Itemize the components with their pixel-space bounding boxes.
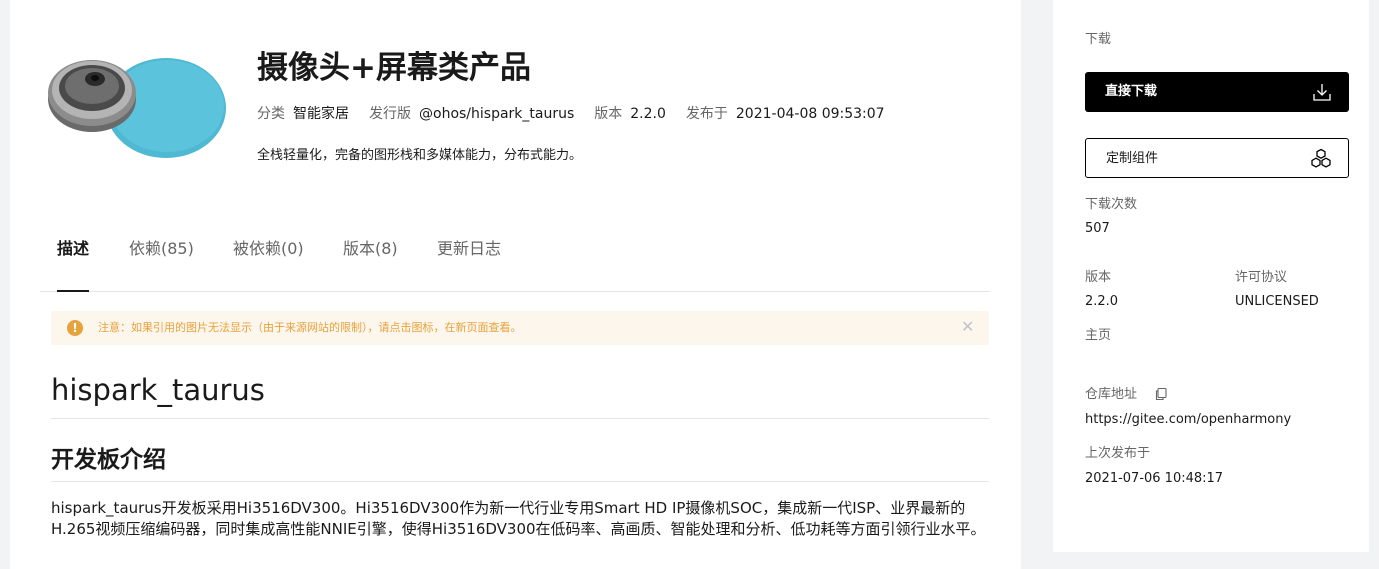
version-label: 版本 [594,106,623,122]
direct-download-button[interactable]: 直接下载 [1085,72,1349,112]
category-label: 分类 [257,106,285,122]
release-label: 发行版 [369,106,411,122]
active-tab-indicator [57,290,89,292]
category-value: 智能家居 [293,106,349,122]
version-label: 版本 [1085,270,1112,285]
notice-banner: ! 注意：如果引用的图片无法显示（由于来源网站的限制），请点击图标，在新页面查看… [51,311,989,345]
warning-icon: ! [67,320,83,336]
custom-component-label: 定制组件 [1106,151,1159,166]
product-meta: 分类 智能家居 发行版 @ohos/hispark_taurus 版本 2.2.… [257,104,905,124]
download-heading: 下载 [1085,32,1112,47]
main-panel: 摄像头+屏幕类产品 分类 智能家居 发行版 @ohos/hispark_taur… [10,0,1021,569]
license-value: UNLICENSED [1235,294,1319,309]
copy-icon[interactable] [1154,387,1168,401]
published-value: 2021-04-08 09:53:07 [735,106,885,122]
sidebar: 下载 直接下载 定制组件 下载次数 507 版本 2.2.0 许可协议 UNLI… [1053,0,1369,552]
version-value: 2.2.0 [630,106,666,122]
last-published-label: 上次发布于 [1085,446,1151,461]
product-image [48,58,226,158]
readme-paragraph: hispark_taurus开发板采用Hi3516DV300。Hi3516DV3… [51,499,986,538]
tab-changelog[interactable]: 更新日志 [437,229,501,269]
version-value: 2.2.0 [1085,294,1119,309]
release-value: @ohos/hispark_taurus [419,106,575,122]
tab-dependencies[interactable]: 依赖(85) [129,229,194,269]
close-icon[interactable]: ✕ [961,317,974,337]
homepage-label: 主页 [1085,328,1112,343]
published-label: 发布于 [685,106,728,122]
repo-label: 仓库地址 [1085,387,1138,402]
repo-link[interactable]: https://gitee.com/openharmony [1085,411,1291,429]
downloads-value: 507 [1085,221,1110,236]
cubes-icon [1311,148,1331,168]
download-icon [1313,84,1331,101]
readme-subheading: 开发板介绍 [51,441,989,482]
tab-description[interactable]: 描述 [57,229,89,269]
product-description: 全栈轻量化，完备的图形栈和多媒体能力，分布式能力。 [257,148,583,163]
readme-heading: hispark_taurus [51,368,989,419]
tab-versions[interactable]: 版本(8) [343,229,398,269]
last-published-value: 2021-07-06 10:48:17 [1085,471,1224,486]
notice-text: 注意：如果引用的图片无法显示（由于来源网站的限制），请点击图标，在新页面查看。 [98,321,522,334]
direct-download-label: 直接下载 [1105,84,1158,99]
tab-dependents[interactable]: 被依赖(0) [233,229,304,269]
custom-component-button[interactable]: 定制组件 [1085,138,1349,178]
tab-bar: 描述 依赖(85) 被依赖(0) 版本(8) 更新日志 [40,229,990,292]
page-title: 摄像头+屏幕类产品 [257,50,531,86]
license-label: 许可协议 [1235,270,1288,285]
downloads-label: 下载次数 [1085,197,1138,212]
